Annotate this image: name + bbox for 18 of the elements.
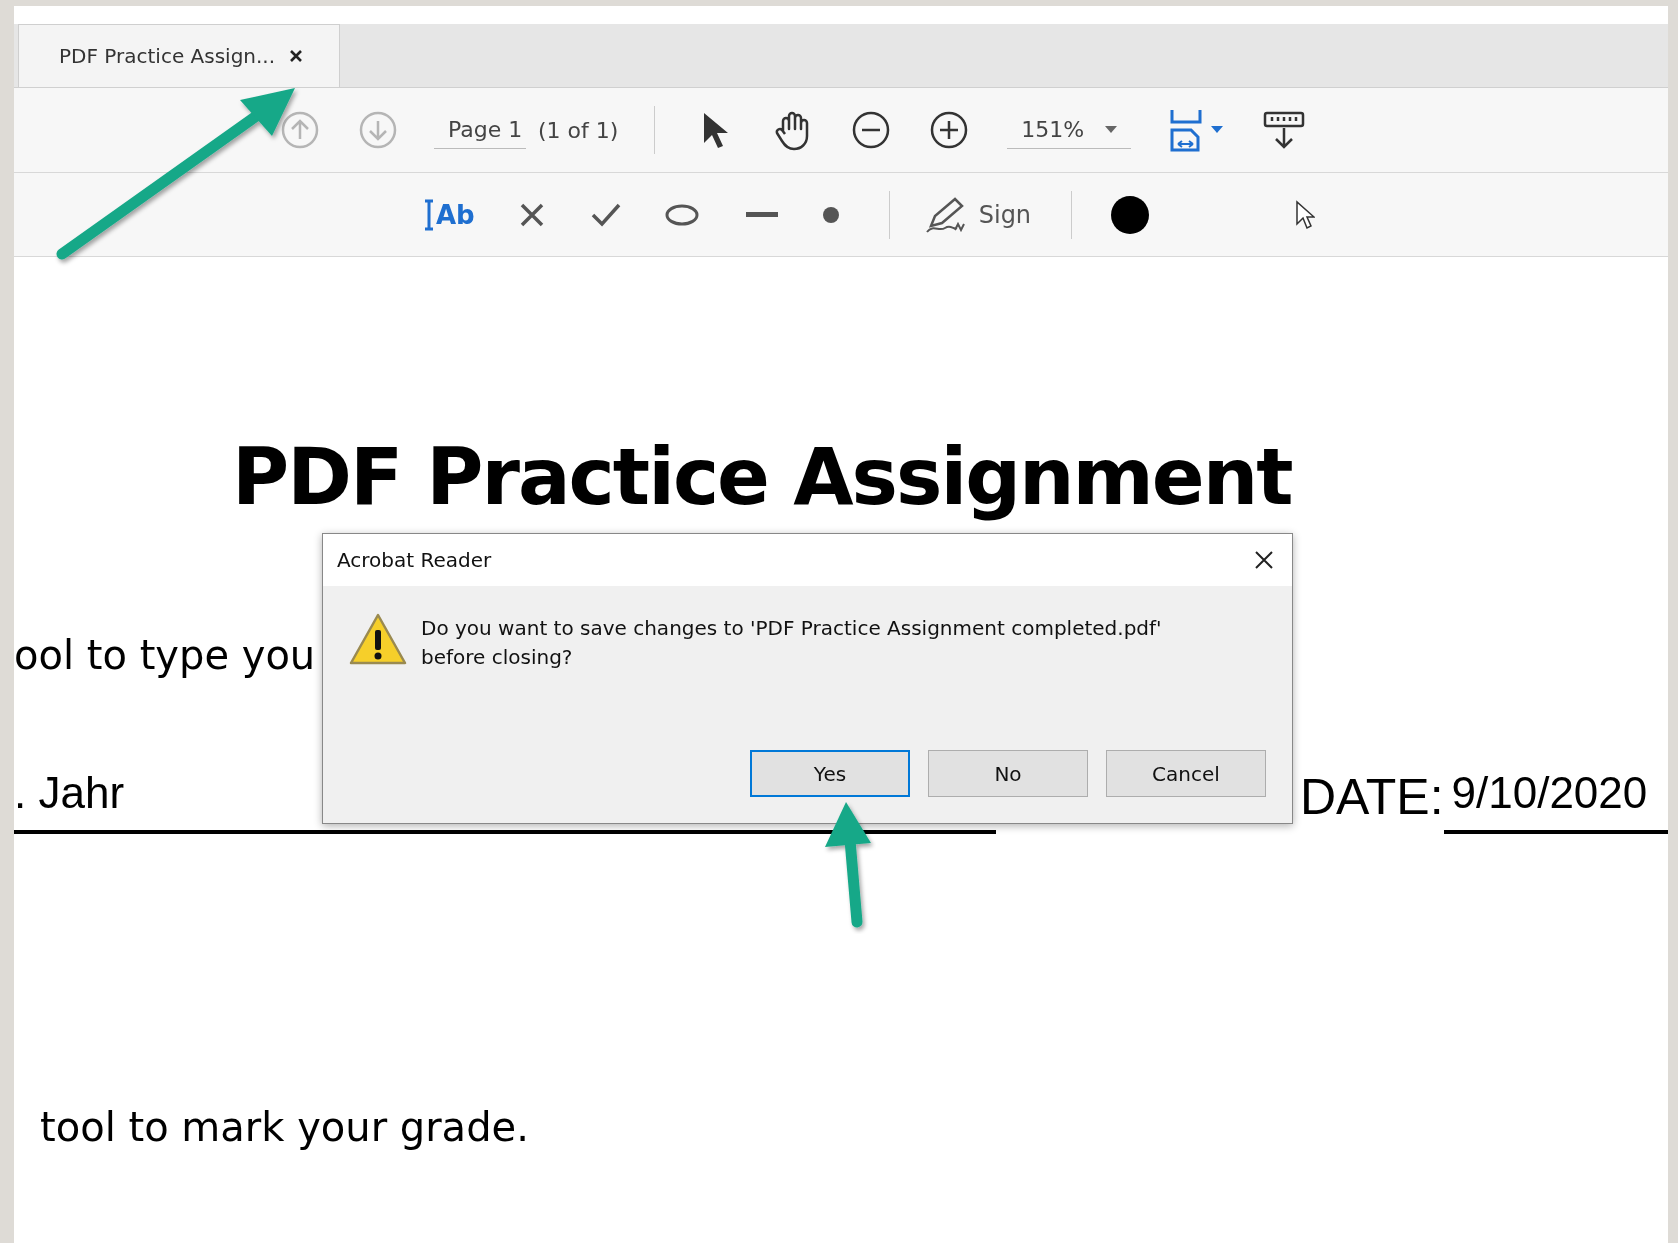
zoom-dropdown[interactable]: 151% bbox=[1007, 111, 1132, 149]
dialog-title: Acrobat Reader bbox=[337, 548, 492, 572]
tab-title: PDF Practice Assign... bbox=[59, 44, 276, 68]
document-tab[interactable]: PDF Practice Assign... bbox=[18, 24, 340, 87]
dialog-button[interactable]: Yes bbox=[750, 750, 910, 797]
date-field[interactable]: 9/10/2020 bbox=[1443, 768, 1668, 834]
zoom-value: 151% bbox=[1021, 117, 1085, 142]
add-text-tool[interactable]: Ab bbox=[424, 198, 475, 231]
dialog-button[interactable]: Cancel bbox=[1106, 750, 1266, 797]
document-title: PDF Practice Assignment bbox=[232, 432, 1293, 522]
page-count: (1 of 1) bbox=[538, 117, 619, 143]
dialog-button[interactable]: No bbox=[928, 750, 1088, 797]
date-label: DATE: bbox=[1300, 768, 1444, 826]
sign-button[interactable]: Sign bbox=[924, 195, 1032, 234]
page-field[interactable]: Page 1 bbox=[434, 111, 526, 149]
dialog-message: Do you want to save changes to 'PDF Practice Assignment completed.pdf' before closing? bbox=[421, 615, 1163, 671]
instruction-text: tool to mark your grade. bbox=[40, 1104, 530, 1150]
instruction-text: ool to type you bbox=[14, 632, 316, 678]
